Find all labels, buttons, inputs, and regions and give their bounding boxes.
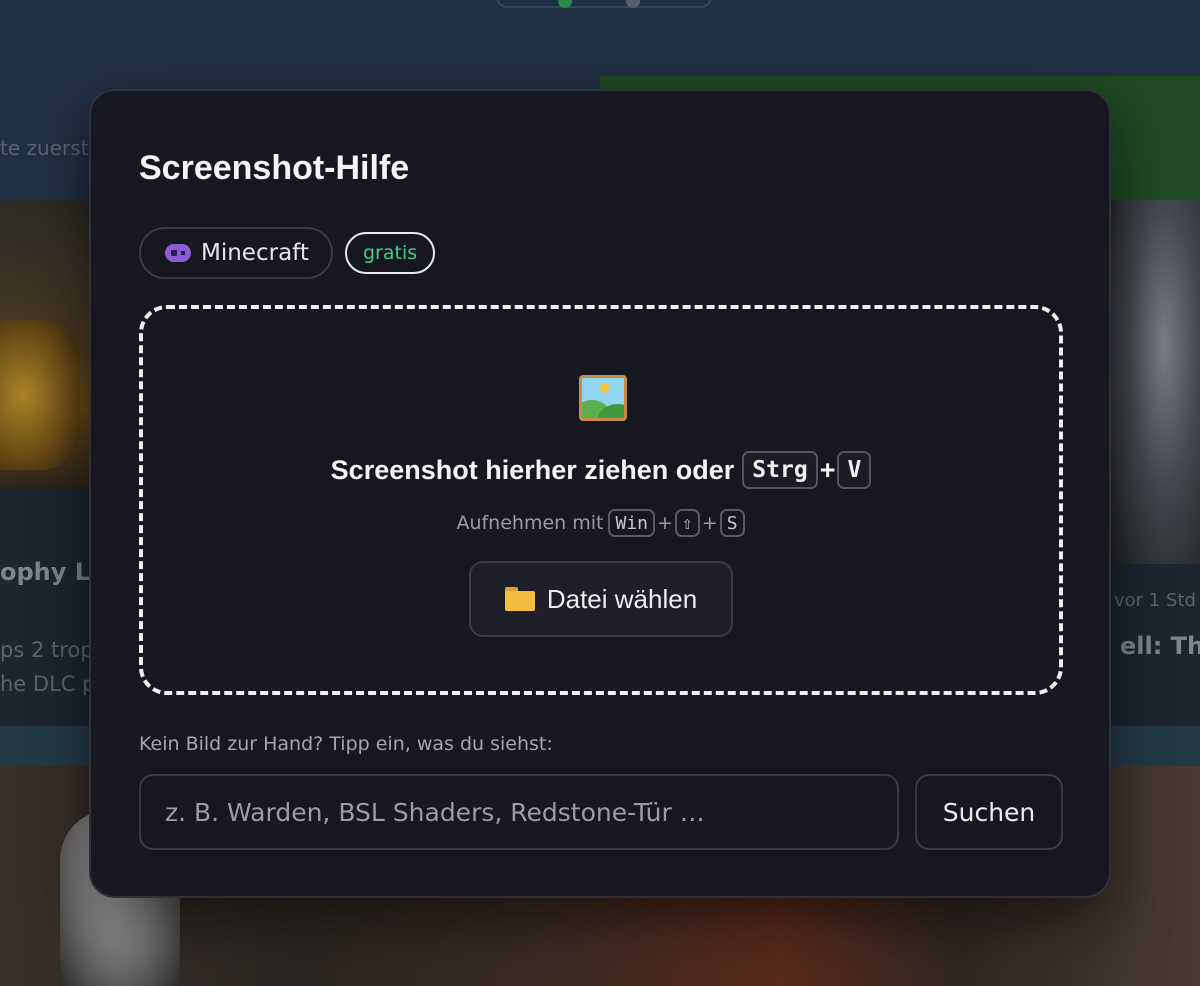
background-card-left-desc: ps 2 trop xyxy=(0,638,94,662)
background-card-right-time: vor 1 Std xyxy=(1114,590,1196,611)
background-card-right-image xyxy=(1110,200,1200,564)
background-card-right-title: ell: The r xyxy=(1120,632,1200,660)
key-plus: + xyxy=(819,454,836,485)
trophy-image xyxy=(0,320,80,470)
screenshot-dropzone[interactable]: Screenshot hierher ziehen oder Strg + V … xyxy=(139,305,1063,695)
game-chip[interactable]: Minecraft xyxy=(139,227,333,279)
screenshot-help-dialog: Screenshot-Hilfe Minecraft gratis Screen… xyxy=(89,89,1111,898)
gamepad-icon xyxy=(165,244,191,262)
price-badge: gratis xyxy=(345,232,436,274)
choose-file-label: Datei wählen xyxy=(546,583,698,614)
choose-file-button[interactable]: Datei wählen xyxy=(469,561,733,637)
key-strg: Strg xyxy=(742,451,818,489)
dropzone-headline: Screenshot hierher ziehen oder Strg + V xyxy=(143,451,1059,489)
folder-icon xyxy=(504,587,535,611)
search-button[interactable]: Suchen xyxy=(915,774,1063,850)
capture-hint-text: Aufnehmen mit xyxy=(456,512,604,534)
key-shift: ⇧ xyxy=(674,509,700,537)
game-chip-label: Minecraft xyxy=(201,240,309,266)
background-card-left-desc: he DLC p xyxy=(0,672,96,696)
key-s: S xyxy=(719,509,745,537)
dropzone-headline-text: Screenshot hierher ziehen oder xyxy=(330,454,735,485)
manual-search-label: Kein Bild zur Hand? Tipp ein, was du sie… xyxy=(139,733,553,755)
key-v: V xyxy=(837,451,872,489)
key-win: Win xyxy=(608,509,655,537)
background-pager xyxy=(496,0,712,8)
capture-hint: Aufnehmen mit Win + ⇧ + S xyxy=(143,509,1059,537)
search-input[interactable] xyxy=(139,774,899,850)
background-sort-hint: te zuerst xyxy=(0,136,89,160)
key-plus: + xyxy=(657,512,673,534)
framed-picture-icon xyxy=(579,375,627,421)
dialog-title: Screenshot-Hilfe xyxy=(139,149,410,187)
key-plus: + xyxy=(701,512,718,534)
